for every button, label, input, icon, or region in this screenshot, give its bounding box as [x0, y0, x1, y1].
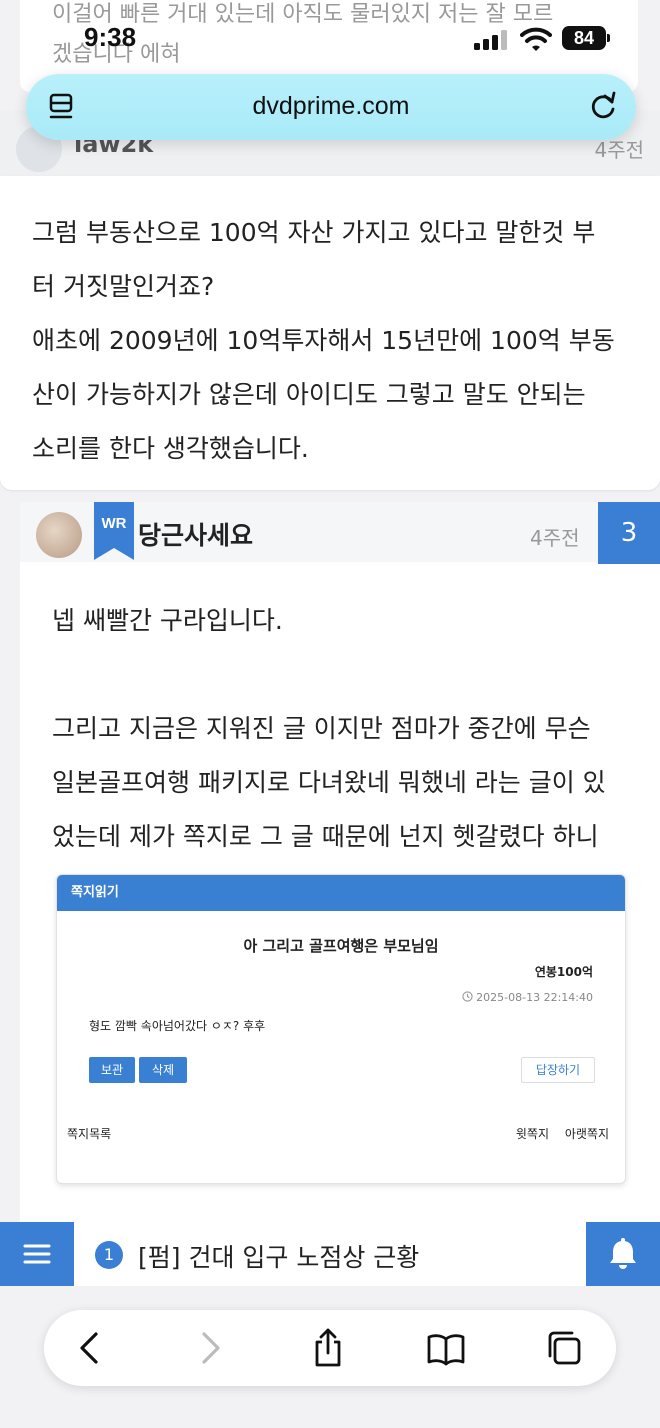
comment-text-line: 그리고 지금은 지워진 글 이지만 점마가 중간에 무슨 [52, 714, 591, 743]
battery-tip [607, 34, 610, 42]
comment-text-line: 산이 가능하지가 않은데 아이디도 그렇고 말도 안되는 [32, 380, 586, 409]
message-sender: 연봉100억 [534, 965, 593, 979]
message-window-title: 쪽지읽기 [57, 875, 625, 911]
cellular-signal-icon [474, 30, 507, 50]
comment-author[interactable]: 당근사세요 [138, 516, 253, 552]
battery-indicator: 84 [562, 26, 606, 50]
next-message-link: 아랫쪽지 [564, 1127, 609, 1141]
back-icon[interactable] [70, 1328, 110, 1368]
message-date: 2025-08-13 22:14:40 [462, 991, 593, 1004]
status-bar: 9:38 84 [0, 22, 660, 58]
notice-link[interactable]: [펌] 건대 입구 노점상 근황 [138, 1238, 419, 1274]
reply-card: WR 당근사세요 4주전 3 넵 쌔빨간 구라입니다. 그리고 지금은 지워진 … [20, 502, 660, 1242]
status-time: 9:38 [84, 22, 137, 52]
menu-button[interactable] [0, 1222, 74, 1286]
clock-icon [462, 991, 473, 1002]
address-bar[interactable]: dvdprime.com [26, 74, 636, 140]
browser-toolbar [44, 1310, 616, 1386]
tabs-icon[interactable] [544, 1328, 584, 1368]
reply-number-badge: 3 [598, 502, 660, 564]
notification-button[interactable] [586, 1222, 660, 1286]
writer-badge-label: WR [102, 515, 127, 532]
comment-text-line: 소리를 한다 생각했습니다. [32, 434, 309, 463]
comment-text-line: 그럼 부동산으로 100억 자산 가지고 있다고 말한것 부 [32, 218, 596, 247]
comment-text-line: 었는데 제가 쪽지로 그 글 때문에 넌지 헷갈렸다 하니 [52, 822, 599, 851]
comment-text-line: 터 거짓말인거죠? [32, 272, 215, 301]
message-subject: 아 그리고 골프여행은 부모님임 [243, 937, 439, 955]
forward-icon[interactable] [190, 1328, 230, 1368]
comment-text-line: 일본골프여행 패키지로 다녀왔네 뭐했네 라는 글이 있 [52, 768, 606, 797]
bell-icon [610, 1238, 636, 1269]
bookmarks-icon[interactable] [426, 1328, 466, 1368]
wifi-icon [520, 27, 552, 51]
writer-badge-icon: WR [94, 502, 134, 560]
message-date-text: 2025-08-13 22:14:40 [476, 991, 593, 1004]
notice-bar: 1 [펌] 건대 입구 노점상 근황 [0, 1222, 660, 1286]
reload-icon[interactable] [588, 90, 618, 122]
previous-message-link: 윗쪽지 [515, 1127, 549, 1141]
message-screenshot-image[interactable]: 쪽지읽기 아 그리고 골프여행은 부모님임 연봉100억 2025-08-13 … [56, 874, 626, 1184]
comment-text-line: 애초에 2009년에 10억투자해서 15년만에 100억 부동 [32, 326, 615, 355]
page: 이걸어 빠른 거대 있는데 아직도 물러있지 저는 잘 모르 겠습니다 에혀 l… [0, 0, 660, 1428]
reply-button: 답장하기 [521, 1057, 595, 1083]
comment-time: 4주전 [530, 526, 580, 550]
reply-header: WR 당근사세요 4주전 3 [20, 502, 660, 564]
keep-button: 보관 [89, 1057, 135, 1083]
message-body: 형도 깜빡 속아넘어갔다 ㅇㅈ? 후후 [89, 1019, 266, 1033]
comment-text-line: 넵 쌔빨간 구라입니다. [52, 606, 283, 635]
share-icon[interactable] [308, 1328, 348, 1368]
comment-card: 그럼 부동산으로 100억 자산 가지고 있다고 말한것 부 터 거짓말인거죠?… [0, 176, 660, 490]
notice-count-badge: 1 [95, 1241, 123, 1269]
message-list-link: 쪽지목록 [67, 1127, 112, 1141]
avatar[interactable] [36, 512, 82, 558]
delete-button: 삭제 [139, 1057, 187, 1083]
url-text[interactable]: dvdprime.com [26, 92, 636, 121]
hamburger-menu-icon [23, 1244, 51, 1264]
